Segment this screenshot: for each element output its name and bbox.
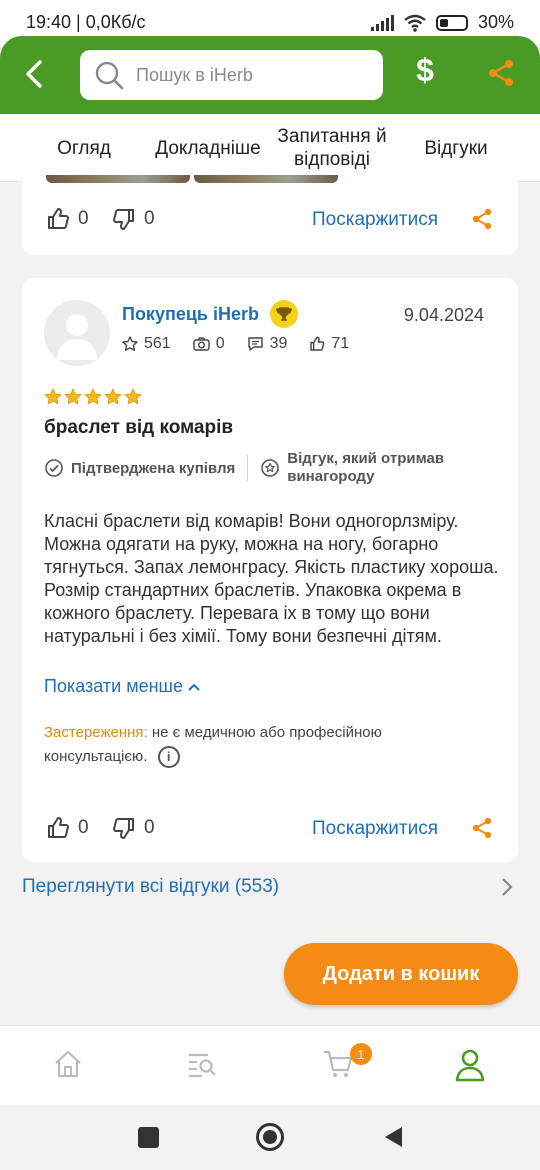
cart-count-badge: 1	[350, 1043, 372, 1065]
review-actions: 0 0 Поскаржитися	[22, 808, 518, 848]
comment-icon	[247, 337, 263, 351]
catalog-search-icon[interactable]	[186, 1048, 218, 1080]
thumbs-up-icon	[48, 208, 69, 229]
disclaimer-label: Застереження:	[44, 724, 148, 741]
wifi-icon	[404, 14, 426, 32]
reviewer-photos: 0	[193, 335, 225, 353]
verified-purchase-label: Підтверджена купівля	[71, 459, 236, 477]
review-photo[interactable]	[194, 175, 338, 183]
star-icon	[84, 388, 102, 405]
review-text: Класні браслети від комарів! Вони одного…	[44, 511, 499, 646]
home-icon[interactable]	[52, 1048, 84, 1080]
review-photo[interactable]	[46, 175, 190, 183]
star-icon	[124, 388, 142, 405]
rewarded-review-label: Відгук, який отримав винагороду	[287, 450, 445, 485]
search-input[interactable]: Пошук в iHerb	[80, 50, 383, 100]
battery-level: 30%	[477, 12, 514, 32]
award-icon	[261, 459, 280, 477]
system-nav-bar	[0, 1105, 540, 1170]
user-silhouette-icon	[57, 314, 97, 360]
share-icon[interactable]	[470, 207, 494, 231]
reviewer-stats: 561 0 39 71	[122, 335, 349, 353]
disclaimer: Застереження: не є медичною або професій…	[44, 721, 464, 769]
star-outline-icon	[122, 336, 138, 351]
report-link[interactable]: Поскаржитися	[312, 209, 438, 231]
add-to-cart-button[interactable]: Додати в кошик	[284, 943, 518, 1005]
currency-button[interactable]: $	[408, 52, 442, 89]
dislike-count: 0	[144, 208, 155, 229]
dislike-button[interactable]: 0	[112, 207, 155, 231]
chevron-up-icon	[188, 683, 200, 691]
avatar	[44, 300, 110, 366]
review-badges: Підтверджена купівля Відгук, який отрима…	[44, 446, 504, 490]
view-all-reviews-link[interactable]: Переглянути всі відгуки (553)	[22, 876, 279, 898]
verified-purchase-badge: Підтверджена купівля	[44, 458, 235, 478]
account-icon[interactable]	[454, 1048, 486, 1082]
like-count: 0	[78, 208, 89, 229]
status-icons: 30%	[370, 12, 514, 33]
thumbs-down-icon	[113, 209, 134, 230]
signal-icon	[370, 14, 394, 31]
tab-overview[interactable]: Огляд	[42, 114, 126, 182]
reviewer-stars: 561	[122, 335, 171, 353]
dislike-button[interactable]: 0	[112, 816, 155, 840]
reviewer-likes: 71	[309, 335, 349, 353]
back-system-button[interactable]	[382, 1125, 404, 1149]
likes-count: 71	[331, 335, 350, 352]
review-date: 9.04.2024	[403, 305, 484, 325]
photos-count: 0	[215, 335, 225, 352]
info-icon[interactable]: i	[157, 746, 180, 769]
camera-icon	[193, 337, 210, 351]
battery-icon	[435, 14, 468, 31]
show-less-link[interactable]: Показати менше	[44, 676, 201, 697]
show-less-label: Показати менше	[44, 676, 183, 696]
like-count: 0	[78, 817, 89, 838]
thumbs-up-icon	[48, 817, 69, 838]
review-title: браслет від комарів	[44, 417, 234, 438]
top-bar: Пошук в iHerb $	[0, 36, 540, 114]
review-card-previous: 0 0 Поскаржитися	[22, 175, 518, 255]
search-icon	[95, 61, 124, 90]
like-button[interactable]: 0	[46, 207, 89, 231]
dislike-count: 0	[144, 817, 155, 838]
star-icon	[44, 388, 62, 405]
stars-count: 561	[144, 335, 171, 352]
tab-reviews[interactable]: Відгуки	[394, 114, 518, 182]
search-placeholder: Пошук в iHerb	[136, 64, 253, 85]
tab-details[interactable]: Докладніше	[146, 114, 270, 182]
bottom-nav: 1	[0, 1025, 540, 1105]
reviewer-comments: 39	[247, 335, 288, 353]
review-actions: 0 0 Поскаржитися	[22, 199, 518, 239]
tab-questions[interactable]: Запитання й відповіді	[270, 114, 394, 182]
review-photos	[46, 175, 338, 183]
thumbs-down-icon	[113, 818, 134, 839]
product-tabs: Огляд Докладніше Запитання й відповіді В…	[0, 114, 540, 182]
rewarded-review-badge: Відгук, який отримав винагороду	[260, 450, 457, 486]
thumbs-up-icon	[310, 336, 325, 351]
comments-count: 39	[269, 335, 288, 352]
check-circle-icon	[45, 459, 63, 477]
rating-stars	[44, 388, 142, 406]
home-system-button[interactable]	[256, 1123, 284, 1151]
chevron-right-icon[interactable]	[498, 876, 516, 898]
review-card: Покупець iHerb 9.04.2024 561 0 39 71 бра…	[22, 278, 518, 862]
report-link[interactable]: Поскаржитися	[312, 818, 438, 840]
trophy-icon	[270, 300, 298, 328]
star-icon	[64, 388, 82, 405]
recent-apps-button[interactable]	[138, 1127, 159, 1148]
share-icon[interactable]	[470, 816, 494, 840]
reviewer-name[interactable]: Покупець iHerb	[122, 304, 259, 325]
status-time: 19:40 | 0,0Кб/с	[26, 12, 146, 32]
like-button[interactable]: 0	[46, 816, 89, 840]
badge-divider	[247, 455, 249, 481]
back-icon[interactable]	[18, 54, 50, 94]
star-icon	[104, 388, 122, 405]
share-icon[interactable]	[486, 58, 516, 88]
